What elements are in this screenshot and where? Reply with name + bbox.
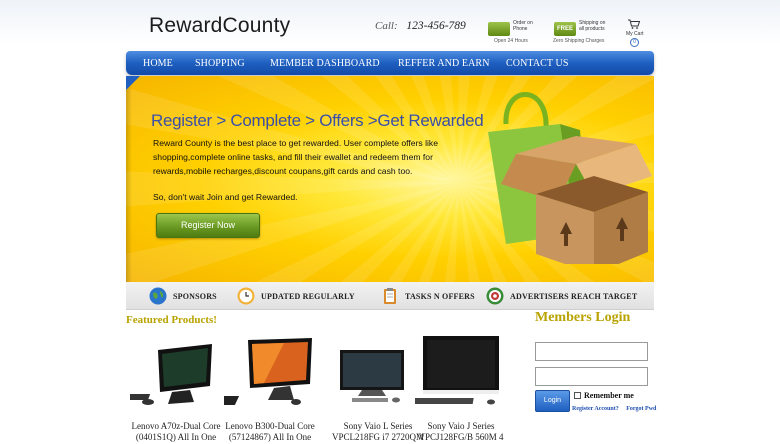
remember-me-label: Remember me (584, 391, 634, 400)
free-shipping-badge: FREE Shipping on all products (554, 20, 605, 36)
feature-updated-regularly: UPDATED REGULARLY (237, 287, 355, 305)
banner-steps-heading: Register > Complete > Offers >Get Reward… (151, 111, 484, 130)
product-name[interactable]: Sony Vaio L Series VPCL218FG i7 2720QM 8… (332, 421, 424, 444)
feature-label-advertisers: ADVERTISERS REACH TARGET (510, 291, 638, 301)
featured-products-title: Featured Products! (126, 314, 217, 326)
free-badge-line2: all products (579, 26, 605, 32)
free-shipping-icon: FREE (554, 22, 576, 36)
cart-icon[interactable] (628, 19, 640, 29)
product-name[interactable]: Sony Vaio J Series VPCJ128FG/B 560M 4 GB… (415, 421, 507, 444)
free-badge-sub: Zero Shipping Charges (553, 38, 605, 44)
username-input[interactable] (535, 342, 648, 361)
site-logo[interactable]: RewardCounty (149, 14, 290, 38)
order-badge-line2: Phone (513, 26, 528, 32)
feature-advertisers-reach-target: ADVERTISERS REACH TARGET (486, 287, 637, 305)
product-name[interactable]: Lenovo B300-Dual Core (57124867) All In … (224, 421, 316, 444)
feature-tasks-n-offers: TASKS N OFFERS (381, 287, 475, 305)
phone-number: 123-456-789 (406, 20, 466, 32)
feature-label-sponsors: SPONSORS (173, 291, 217, 301)
feature-label-tasks: TASKS N OFFERS (405, 291, 475, 301)
main-nav: HOME SHOPPING MEMBER DASHBOARD REFFER AN… (126, 51, 654, 75)
feature-sponsors: SPONSORS (149, 287, 217, 305)
target-icon (486, 287, 504, 305)
register-now-button[interactable]: Register Now (156, 213, 260, 238)
call-info: Call: 123-456-789 (375, 20, 466, 32)
product-image[interactable] (332, 334, 424, 416)
clipboard-icon (384, 288, 396, 304)
members-login-title: Members Login (535, 310, 631, 325)
nav-reffer-and-earn[interactable]: REFFER AND EARN (398, 58, 490, 69)
login-links: Register Account? Forgot Pwd (572, 406, 662, 412)
nav-member-dashboard[interactable]: MEMBER DASHBOARD (270, 58, 380, 69)
nav-home[interactable]: HOME (143, 58, 173, 69)
product-name[interactable]: Lenovo A70z-Dual Core (0401S1Q) All In O… (130, 421, 222, 444)
cart-count-badge: 0 (630, 38, 639, 47)
nav-contact-us[interactable]: CONTACT US (506, 58, 569, 69)
banner-shade (126, 76, 132, 282)
order-on-phone-badge: Order on Phone (488, 20, 533, 36)
product-card[interactable]: Lenovo A70z-Dual Core (0401S1Q) All In O… (111, 334, 222, 444)
features-strip: SPONSORS UPDATED REGULARLY TASKS N OFFER… (126, 282, 654, 310)
register-account-link[interactable]: Register Account? (572, 406, 619, 412)
phone-icon (488, 22, 510, 36)
clock-icon (237, 287, 255, 305)
product-image[interactable] (412, 334, 507, 416)
banner-fold-corner (126, 76, 140, 90)
login-button[interactable]: Login (535, 390, 570, 412)
product-card[interactable]: Sony Vaio L Series VPCL218FG i7 2720QM 8… (332, 334, 424, 444)
order-badge-sub: Open 24 Hours (494, 38, 528, 44)
nav-shopping[interactable]: SHOPPING (195, 58, 245, 69)
remember-me-checkbox[interactable] (574, 392, 581, 399)
forgot-password-link[interactable]: Forgot Pwd (626, 406, 656, 412)
password-input[interactable] (535, 367, 648, 386)
feature-label-updated: UPDATED REGULARLY (261, 291, 355, 301)
product-image[interactable] (194, 334, 316, 416)
shopping-bag-and-box-illustration (488, 92, 652, 264)
product-card[interactable]: Sony Vaio J Series VPCJ128FG/B 560M 4 GB… (412, 334, 507, 444)
banner-description: Reward County is the best place to get r… (153, 138, 439, 176)
globe-icon (149, 287, 167, 305)
call-label: Call: (375, 20, 398, 32)
banner-cta-text: So, don't wait Join and get Rewarded. (153, 192, 298, 202)
hero-banner: Register > Complete > Offers >Get Reward… (126, 76, 654, 282)
my-cart-label[interactable]: My Cart (626, 31, 644, 37)
product-card[interactable]: Lenovo B300-Dual Core (57124867) All In … (194, 334, 316, 444)
remember-me[interactable]: Remember me (574, 391, 634, 400)
product-image[interactable] (111, 334, 222, 416)
